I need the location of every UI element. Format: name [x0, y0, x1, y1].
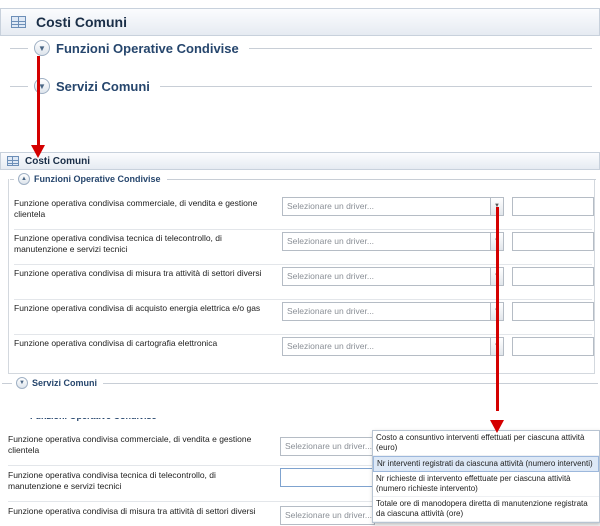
driver-combo-active[interactable] [280, 468, 375, 487]
red-arrow-head-icon [31, 145, 45, 158]
form-row: Funzione operativa condivisa di acquisto… [14, 301, 594, 335]
dropdown-option[interactable]: Totale ore di manodopera diretta di manu… [373, 497, 599, 522]
combo-placeholder: Selezionare un driver... [287, 306, 374, 316]
fieldset-servizi-legend: ▼ Servizi Comuni [2, 376, 598, 390]
red-arrow-head-icon [490, 420, 504, 433]
row-label: Funzione operativa condivisa commerciale… [8, 434, 252, 455]
combo-placeholder: Selezionare un driver... [285, 441, 372, 451]
collapse-toggle-icon[interactable]: ▲ [18, 173, 30, 185]
combo-placeholder: Selezionare un driver... [287, 201, 374, 211]
form-row: Funzione operativa condivisa tecnica di … [14, 231, 594, 265]
red-arrow-shaft [496, 207, 499, 411]
costi-comuni-panel-collapsed: Costi Comuni ▼ Funzioni Operative Condiv… [0, 0, 600, 120]
row-label: Funzione operativa condivisa di acquisto… [14, 303, 261, 313]
section-title-servizi[interactable]: Servizi Comuni [32, 378, 97, 388]
value-input[interactable] [512, 197, 594, 216]
form-row: Funzione operativa condivisa di cartogra… [14, 336, 594, 370]
driver-combo[interactable]: Selezionare un driver... [280, 437, 375, 456]
panel-title: Costi Comuni [36, 14, 127, 30]
red-arrow-shaft [37, 56, 40, 146]
row-label: Funzione operativa condivisa tecnica di … [14, 233, 222, 254]
dropdown-option[interactable]: Costo a consuntivo interventi effettuati… [373, 431, 599, 456]
combo-placeholder: Selezionare un driver... [285, 510, 372, 520]
section-title-funzioni[interactable]: Funzioni Operative Condivise [56, 41, 239, 56]
row-label: Funzione operativa condivisa tecnica di … [8, 470, 216, 491]
driver-combo[interactable]: Selezionare un driver...▼ [282, 232, 504, 251]
panel-header: Costi Comuni [0, 152, 600, 170]
costi-comuni-panel-expanded: Costi Comuni ▲ Funzioni Operative Condiv… [0, 152, 600, 407]
table-grid-icon [7, 156, 19, 166]
value-input[interactable] [512, 267, 594, 286]
fieldset-servizi-collapsed: ▼ Servizi Comuni [10, 76, 592, 96]
table-grid-icon [11, 16, 26, 28]
row-label: Funzione operativa condivisa di misura t… [8, 506, 256, 516]
section-title-servizi[interactable]: Servizi Comuni [56, 79, 150, 94]
section-title-funzioni[interactable]: Funzioni Operative Condivise [34, 174, 161, 184]
form-row: Funzione operativa condivisa di misura t… [14, 266, 594, 300]
row-label: Funzione operativa condivisa di misura t… [14, 268, 262, 278]
value-input[interactable] [512, 302, 594, 321]
fieldset-funzioni-legend: ▲ Funzioni Operative Condivise [10, 172, 596, 186]
dropdown-option[interactable]: Nr richieste di intervento effettuate pe… [373, 472, 599, 497]
expand-toggle-icon[interactable]: ▼ [16, 377, 28, 389]
driver-combo[interactable]: Selezionare un driver...▼ [282, 302, 504, 321]
panel-header: Costi Comuni [0, 8, 600, 36]
expand-toggle-icon[interactable]: ▼ [34, 40, 50, 56]
combo-placeholder: Selezionare un driver... [287, 341, 374, 351]
value-input[interactable] [512, 232, 594, 251]
section-title-funzioni-clipped: Funzioni Operative Condivise [30, 418, 157, 421]
combo-placeholder: Selezionare un driver... [287, 236, 374, 246]
combo-placeholder: Selezionare un driver... [287, 271, 374, 281]
driver-combo[interactable]: Selezionare un driver...▼ [282, 337, 504, 356]
driver-combo[interactable]: Selezionare un driver...▼ [282, 197, 504, 216]
value-input[interactable] [512, 337, 594, 356]
driver-combo[interactable]: Selezionare un driver...▼ [282, 267, 504, 286]
form-row: Funzione operativa condivisa commerciale… [14, 196, 594, 230]
driver-combo[interactable]: Selezionare un driver... [280, 506, 375, 525]
fieldset-funzioni-collapsed: ▼ Funzioni Operative Condivise [10, 38, 592, 58]
row-label: Funzione operativa condivisa commerciale… [14, 198, 258, 219]
driver-dropdown-list: Costo a consuntivo interventi effettuati… [372, 430, 600, 523]
dropdown-option-selected[interactable]: Nr interventi registrati da ciascuna att… [373, 456, 599, 472]
row-label: Funzione operativa condivisa di cartogra… [14, 338, 218, 348]
